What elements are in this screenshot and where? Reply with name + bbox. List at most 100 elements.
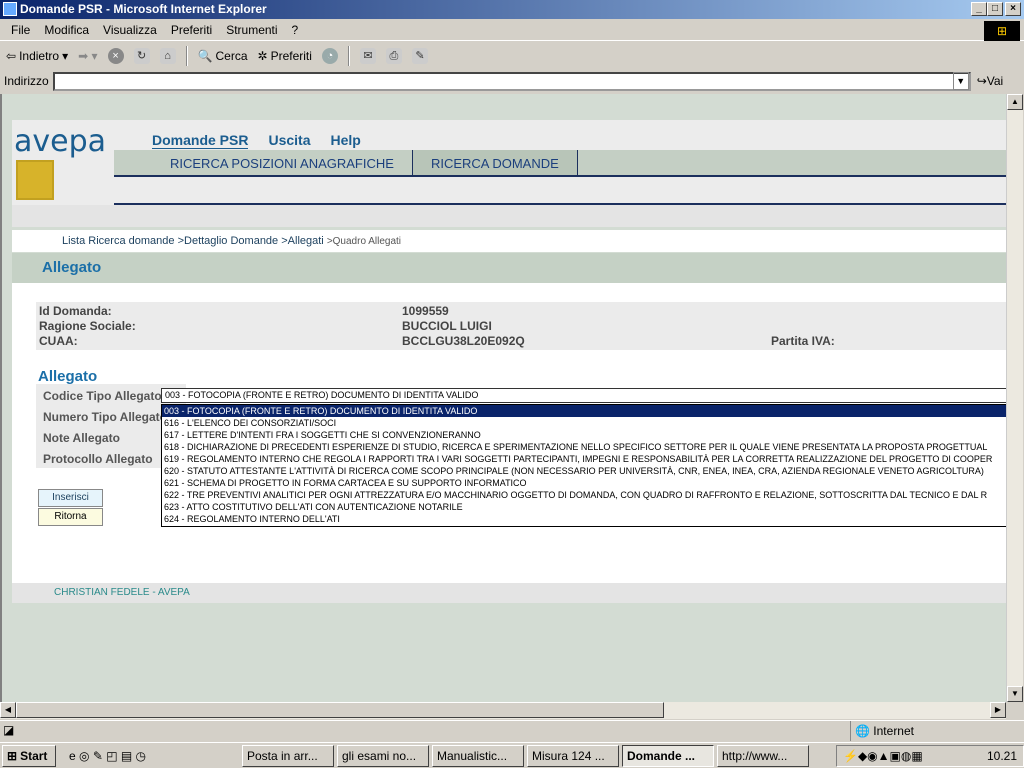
favorites-button[interactable]: ✲ Preferiti xyxy=(258,49,312,63)
refresh-icon[interactable]: ↻ xyxy=(133,48,150,64)
favorites-icon: ✲ xyxy=(257,49,268,63)
tab-ricerca-domande[interactable]: RICERCA DOMANDE xyxy=(412,150,578,175)
cuaa-label: CUAA: xyxy=(39,334,78,348)
tab-bar: RICERCA POSIZIONI ANAGRAFICHE RICERCA DO… xyxy=(114,150,1006,177)
dropdown-list[interactable]: 003 - FOTOCOPIA (FRONTE E RETRO) DOCUMEN… xyxy=(161,404,1006,527)
option[interactable]: 622 - TRE PREVENTIVI ANALITICI PER OGNI … xyxy=(162,489,1006,501)
tray-icons[interactable]: ⚡◆◉▲▣◍▦ xyxy=(843,749,923,763)
option[interactable]: 620 - STATUTO ATTESTANTE L'ATTIVITÀ DI R… xyxy=(162,465,1006,477)
nav-domande-psr[interactable]: Domande PSR xyxy=(152,132,249,149)
menu-help[interactable]: ? xyxy=(292,23,299,37)
status-bar: ◪ 🌐 Internet xyxy=(0,720,1024,741)
crumb-quadro: >Quadro Allegati xyxy=(326,236,402,247)
go-label: Vai xyxy=(986,74,1004,88)
option[interactable]: 618 - DICHIARAZIONE DI PRECEDENTI ESPERI… xyxy=(162,441,1006,453)
quick-launch[interactable]: e ◎ ✎ ◰ ▤ ◷ xyxy=(59,749,239,763)
scroll-right-button[interactable]: ▶ xyxy=(990,702,1006,718)
scroll-up-button[interactable]: ▲ xyxy=(1007,94,1023,110)
ritorna-button[interactable]: Ritorna xyxy=(38,508,103,526)
numero-label: Numero Tipo Allegato xyxy=(43,410,168,424)
task-posta[interactable]: Posta in arr... xyxy=(242,744,334,767)
menu-bar: File Modifica Visualizza Preferiti Strum… xyxy=(0,20,1024,41)
tab-ricerca-posizioni[interactable]: RICERCA POSIZIONI ANAGRAFICHE xyxy=(114,150,413,175)
id-value: 1099559 xyxy=(402,304,449,318)
task-misura[interactable]: Misura 124 ... xyxy=(527,744,619,767)
start-button[interactable]: ⊞ Start xyxy=(2,744,56,767)
nav-help[interactable]: Help xyxy=(331,132,361,149)
partita-iva-label: Partita IVA: xyxy=(771,334,835,348)
option[interactable]: 003 - FOTOCOPIA (FRONTE E RETRO) DOCUMEN… xyxy=(162,405,1006,417)
note-label: Note Allegato xyxy=(43,431,120,445)
option[interactable]: 619 - REGOLAMENTO INTERNO CHE REGOLA I R… xyxy=(162,453,1006,465)
crumb-lista[interactable]: Lista Ricerca domande xyxy=(62,235,175,247)
windows-flag-icon: ⊞ xyxy=(7,748,18,763)
inserisci-button[interactable]: Inserisci xyxy=(38,489,103,507)
home-icon[interactable]: ⌂ xyxy=(159,48,176,64)
mail-icon[interactable]: ✉ xyxy=(359,48,376,64)
title-bar: Domande PSR - Microsoft Internet Explore… xyxy=(0,0,1024,19)
address-input[interactable] xyxy=(52,71,971,91)
menu-strumenti[interactable]: Strumenti xyxy=(226,23,277,37)
avepa-logo: avepa xyxy=(14,124,107,159)
nav-uscita[interactable]: Uscita xyxy=(268,132,310,149)
vertical-scrollbar[interactable]: ▲ ▼ xyxy=(1006,94,1023,702)
edit-icon[interactable]: ✎ xyxy=(411,48,428,64)
id-label: Id Domanda: xyxy=(39,304,112,318)
scroll-left-button[interactable]: ◀ xyxy=(0,702,16,718)
cuaa-value: BCCLGU38L20E092Q xyxy=(402,334,525,348)
menu-visualizza[interactable]: Visualizza xyxy=(103,23,157,37)
history-icon[interactable]: ◔ xyxy=(321,48,338,64)
toolbar: ⇦ Indietro ▾ ➡ ▾ × ↻ ⌂ 🔍 Cerca ✲ Preferiti … xyxy=(0,44,1024,68)
menu-preferiti[interactable]: Preferiti xyxy=(171,23,212,37)
protocollo-label: Protocollo Allegato xyxy=(43,452,153,466)
menu-modifica[interactable]: Modifica xyxy=(44,23,89,37)
footer: CHRISTIAN FEDELE - AVEPA xyxy=(12,583,1006,603)
ragione-sociale-label: Ragione Sociale: xyxy=(39,319,136,333)
stop-icon[interactable]: × xyxy=(107,48,124,64)
task-manualistica[interactable]: Manualistic... xyxy=(432,744,524,767)
option[interactable]: 616 - L'ELENCO DEI CONSORZIATI/SOCI xyxy=(162,417,1006,429)
go-button[interactable]: ↪Vai xyxy=(977,74,1004,88)
scroll-down-button[interactable]: ▼ xyxy=(1007,686,1023,702)
codice-tipo-select[interactable]: 003 - FOTOCOPIA (FRONTE E RETRO) DOCUMEN… xyxy=(161,388,1006,403)
task-http[interactable]: http://www... xyxy=(717,744,809,767)
zone-indicator: 🌐 Internet xyxy=(850,721,1024,741)
veneto-crest-icon xyxy=(16,160,54,200)
crumb-dettaglio[interactable]: >Dettaglio Domande xyxy=(178,235,279,247)
back-label: Indietro xyxy=(19,49,60,63)
form-title: Allegato xyxy=(38,368,98,385)
crumb-allegati[interactable]: >Allegati xyxy=(281,235,324,247)
option[interactable]: 617 - LETTERE D'INTENTI FRA I SOGGETTI C… xyxy=(162,429,1006,441)
close-button[interactable]: × xyxy=(1005,2,1021,16)
zone-label: Internet xyxy=(873,724,914,738)
scroll-thumb[interactable] xyxy=(16,702,664,718)
back-arrow-icon: ⇦ xyxy=(6,49,17,63)
task-domande[interactable]: Domande ... xyxy=(622,744,714,767)
minimize-button[interactable]: _ xyxy=(971,2,987,16)
taskbar: ⊞ Start e ◎ ✎ ◰ ▤ ◷ Posta in arr... gli e… xyxy=(0,742,1024,768)
horizontal-scrollbar[interactable]: ◀ ▶ xyxy=(0,702,1006,719)
ie-icon xyxy=(3,2,17,16)
option[interactable]: 623 - ATTO COSTITUTIVO DELL'ATI CON AUTE… xyxy=(162,501,1006,513)
page-title: Allegato xyxy=(42,259,102,276)
top-nav: Domande PSR Uscita Help xyxy=(152,132,361,149)
forward-button[interactable]: ➡ ▾ xyxy=(78,49,97,63)
print-icon[interactable]: ⎙ xyxy=(385,48,402,64)
back-button[interactable]: ⇦ Indietro ▾ xyxy=(6,49,68,63)
option[interactable]: 624 - REGOLAMENTO INTERNO DELL'ATI xyxy=(162,513,1006,525)
search-label: Cerca xyxy=(215,49,248,63)
search-button[interactable]: 🔍 Cerca xyxy=(198,49,248,63)
ragione-sociale-value: BUCCIOL LUIGI xyxy=(402,319,492,333)
band xyxy=(12,205,1006,227)
info-box: Id Domanda: 1099559 Ragione Sociale: BUC… xyxy=(36,302,1006,350)
option[interactable]: 621 - SCHEMA DI PROGETTO IN FORMA CARTAC… xyxy=(162,477,1006,489)
system-tray: ⚡◆◉▲▣◍▦ 10.21 xyxy=(836,744,1024,767)
favorites-label: Preferiti xyxy=(270,49,312,63)
windows-logo-icon: ⊞ xyxy=(984,21,1020,41)
menu-file[interactable]: File xyxy=(11,23,30,37)
window-title: Domande PSR - Microsoft Internet Explore… xyxy=(20,2,267,16)
globe-icon: 🌐 xyxy=(855,724,870,738)
address-dropdown-button[interactable]: ▼ xyxy=(952,72,969,90)
maximize-button[interactable]: □ xyxy=(987,2,1003,16)
task-esami[interactable]: gli esami no... xyxy=(337,744,429,767)
